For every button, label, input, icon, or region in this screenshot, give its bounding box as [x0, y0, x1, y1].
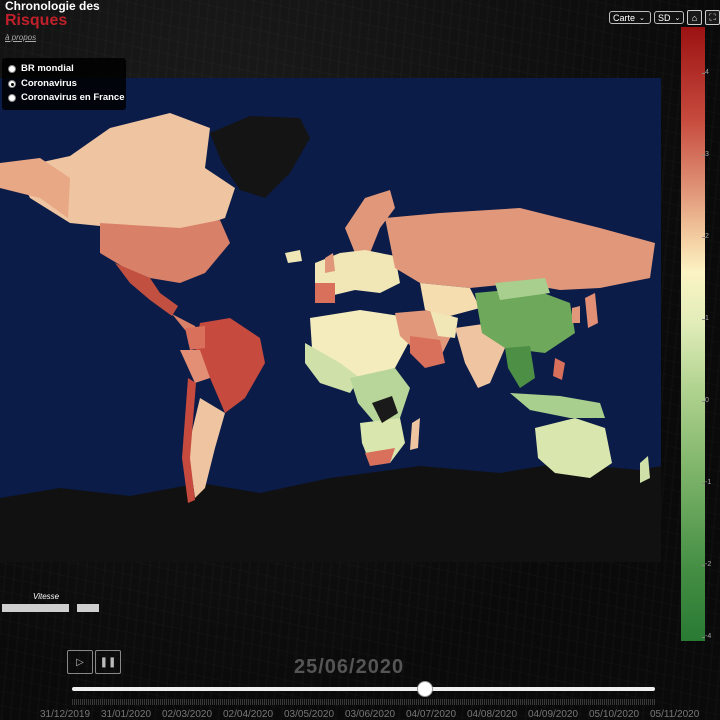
axis-label: 04/08/2020 — [467, 709, 518, 720]
scale-tick: -1 — [701, 479, 712, 486]
region-arabia — [410, 336, 445, 368]
scale-tick: 1 — [702, 315, 709, 322]
region-antarctica — [0, 463, 661, 562]
axis-label: 04/07/2020 — [406, 709, 457, 720]
scale-tick: -2 — [701, 561, 712, 568]
app-title-line2: Risques — [5, 12, 68, 29]
about-link[interactable]: à propos — [5, 33, 36, 42]
play-button[interactable]: ▷ — [67, 650, 93, 674]
color-scale-bar — [681, 27, 705, 641]
chevron-down-icon: ⌄ — [639, 14, 645, 22]
timeline-slider-knob[interactable] — [417, 681, 433, 697]
region-russia — [385, 208, 655, 290]
fullscreen-icon: ⛶ — [709, 12, 716, 22]
speed-label: Vitesse — [33, 592, 60, 601]
region-korea — [572, 306, 580, 323]
region-spain — [315, 283, 335, 303]
region-indonesia — [510, 393, 605, 418]
timeline-axis-ticks — [72, 699, 655, 705]
fullscreen-button[interactable]: ⛶ — [705, 10, 720, 25]
world-map-svg[interactable] — [0, 78, 661, 562]
region-japan — [585, 293, 598, 328]
pause-button[interactable]: ❚❚ — [95, 650, 121, 674]
home-button[interactable]: ⌂ — [687, 10, 702, 25]
home-icon: ⌂ — [691, 12, 698, 23]
app-title: Chronologie des Risques — [5, 0, 100, 29]
region-iceland — [285, 250, 302, 263]
quality-select-value: SD — [658, 12, 671, 23]
view-select-value: Carte — [613, 12, 636, 23]
speed-slider-handle[interactable] — [77, 604, 99, 612]
axis-label: 02/03/2020 — [162, 709, 213, 720]
scale-tick: -4 — [701, 633, 712, 640]
layer-label: Coronavirus en France — [21, 92, 125, 103]
speed-slider-fill[interactable] — [2, 604, 69, 612]
scale-tick: 0 — [702, 397, 709, 404]
scale-tick: 4 — [702, 69, 709, 76]
axis-label: 31/01/2020 — [101, 709, 152, 720]
pause-icon: ❚❚ — [99, 656, 117, 668]
radio-icon[interactable] — [8, 93, 16, 102]
layer-option-coronavirus-france[interactable]: Coronavirus en France — [8, 92, 124, 103]
scale-tick: 2 — [702, 233, 709, 240]
region-madagascar — [410, 418, 420, 450]
layer-panel: BR mondial Coronavirus Coronavirus en Fr… — [2, 58, 126, 110]
region-usa — [100, 220, 230, 283]
chevron-down-icon: ⌄ — [674, 14, 681, 22]
axis-label: 05/11/2020 — [650, 709, 700, 720]
scale-tick: 3 — [702, 151, 709, 158]
axis-label: 03/06/2020 — [345, 709, 396, 720]
axis-label: 05/10/2020 — [589, 709, 640, 720]
axis-label: 03/05/2020 — [284, 709, 335, 720]
world-map[interactable] — [0, 78, 661, 562]
quality-select[interactable]: SD ⌄ — [654, 11, 684, 24]
view-select[interactable]: Carte ⌄ — [609, 11, 651, 24]
radio-icon[interactable] — [8, 64, 16, 73]
app-title-line1: Chronologie des — [5, 0, 100, 13]
layer-label: BR mondial — [21, 63, 74, 74]
play-icon: ▷ — [76, 656, 84, 668]
color-scale-ticks: 4 3 2 1 0 -1 -2 -4 — [701, 27, 720, 641]
timeline-axis: 31/12/2019 31/01/2020 02/03/2020 02/04/2… — [40, 709, 711, 720]
layer-option-br-mondial[interactable]: BR mondial — [8, 63, 74, 74]
timeline-slider-track[interactable] — [72, 687, 655, 691]
region-colombia — [185, 326, 205, 350]
axis-label: 31/12/2019 — [40, 709, 91, 720]
axis-label: 02/04/2020 — [223, 709, 274, 720]
layer-label: Coronavirus — [21, 78, 77, 89]
layer-option-coronavirus[interactable]: Coronavirus — [8, 78, 77, 89]
radio-selected-icon[interactable] — [8, 79, 16, 88]
region-philippines — [553, 358, 565, 380]
region-se-asia — [505, 346, 535, 388]
current-date: 25/06/2020 — [294, 656, 405, 678]
axis-label: 04/09/2020 — [528, 709, 579, 720]
